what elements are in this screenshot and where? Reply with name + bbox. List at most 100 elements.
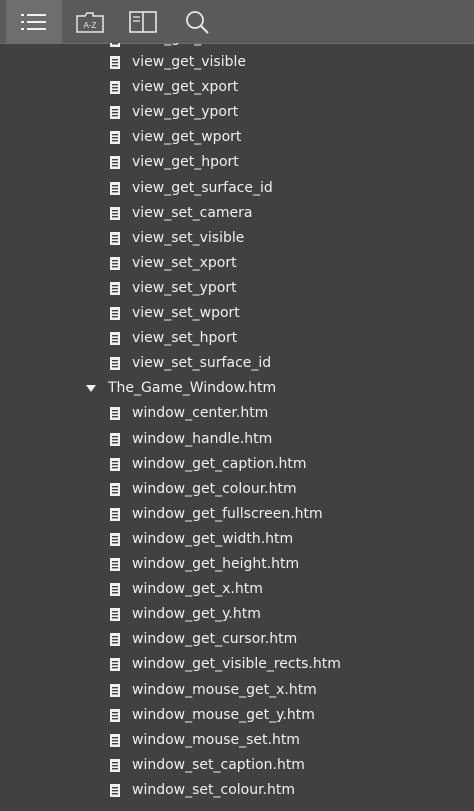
document-icon xyxy=(110,507,120,521)
document-icon xyxy=(110,482,120,496)
list-item[interactable]: window_get_width.htm xyxy=(0,527,474,552)
list-item-label: view_get_id xyxy=(132,43,210,47)
list-item-label: view_set_hport xyxy=(132,330,238,347)
document-icon xyxy=(110,156,120,170)
document-icon xyxy=(110,56,120,69)
list-item-label: window_get_fullscreen.htm xyxy=(132,505,323,522)
bookmarks-tab-button[interactable] xyxy=(115,0,171,43)
list-item-label: view_get_visible xyxy=(132,54,246,70)
search-icon xyxy=(185,10,211,34)
list-item[interactable]: window_get_x.htm xyxy=(0,577,474,602)
list-item[interactable]: view_set_camera xyxy=(0,201,474,226)
list-item-label: window_get_y.htm xyxy=(132,606,261,623)
document-icon xyxy=(110,683,120,697)
document-icon xyxy=(110,457,120,471)
list-item[interactable]: window_mouse_set.htm xyxy=(0,728,474,753)
document-icon xyxy=(110,43,120,47)
document-icon xyxy=(110,181,120,195)
list-item[interactable]: view_get_yport xyxy=(0,100,474,125)
document-icon xyxy=(110,583,120,597)
list-item[interactable]: window_get_fullscreen.htm xyxy=(0,502,474,527)
document-icon xyxy=(110,307,120,320)
document-icon xyxy=(110,633,120,647)
document-icon xyxy=(110,432,120,446)
document-icon xyxy=(110,608,120,622)
list-item[interactable]: view_get_hport xyxy=(0,150,474,175)
list-item-label: view_get_wport xyxy=(132,129,242,146)
list-item[interactable]: window_get_colour.htm xyxy=(0,477,474,502)
list-item-label: view_set_surface_id xyxy=(132,355,272,372)
document-icon xyxy=(110,281,120,295)
document-icon xyxy=(110,658,120,672)
help-contents-panel: A-Z view_get_visible view_get_xport view… xyxy=(0,0,474,811)
list-item-label: window_get_cursor.htm xyxy=(132,631,298,648)
document-icon xyxy=(110,783,120,797)
list-item[interactable]: window_get_visible_rects.htm xyxy=(0,652,474,677)
contents-tab-button[interactable] xyxy=(6,0,62,43)
list-item-label: view_get_xport xyxy=(132,79,239,96)
index-tab-button[interactable]: A-Z xyxy=(62,0,118,43)
list-item-label: window_set_colour.htm xyxy=(132,781,296,798)
list-item-label: view_set_camera xyxy=(132,204,253,221)
list-item[interactable]: window_set_caption.htm xyxy=(0,753,474,778)
partial-list-item[interactable]: view_get_id xyxy=(110,43,210,47)
document-icon xyxy=(110,131,120,145)
list-item[interactable]: window_get_caption.htm xyxy=(0,452,474,477)
list-item[interactable]: view_get_wport xyxy=(0,125,474,150)
list-item-label: window_get_caption.htm xyxy=(132,455,307,472)
list-item[interactable]: window_set_colour.htm xyxy=(0,778,474,803)
bookmarks-book-icon xyxy=(129,10,157,33)
list-item-label: window_center.htm xyxy=(132,405,269,422)
list-item[interactable]: view_set_surface_id xyxy=(0,351,474,376)
list-item[interactable]: view_set_yport xyxy=(0,276,474,301)
document-icon xyxy=(110,256,120,270)
list-item[interactable]: view_get_surface_id xyxy=(0,176,474,201)
list-item-label: view_set_visible xyxy=(132,229,245,246)
list-item-label: window_handle.htm xyxy=(132,430,273,447)
list-item[interactable]: window_get_cursor.htm xyxy=(0,627,474,652)
folder-item[interactable]: The_Game_Window.htm xyxy=(0,376,474,401)
list-item[interactable]: window_get_height.htm xyxy=(0,552,474,577)
list-item[interactable]: view_get_visible xyxy=(0,50,474,75)
index-az-icon: A-Z xyxy=(76,11,104,33)
list-item[interactable]: window_center.htm xyxy=(0,401,474,426)
index-label: A-Z xyxy=(84,21,97,30)
list-item-label: window_mouse_set.htm xyxy=(132,731,300,748)
document-icon xyxy=(110,81,120,95)
list-item[interactable]: view_set_hport xyxy=(0,326,474,351)
document-icon xyxy=(110,332,120,346)
document-icon xyxy=(110,708,120,722)
document-icon xyxy=(110,206,120,220)
list-item[interactable]: window_get_y.htm xyxy=(0,602,474,627)
list-item-label: window_get_colour.htm xyxy=(132,480,297,497)
document-icon xyxy=(110,558,120,571)
document-icon xyxy=(110,231,120,245)
list-item[interactable]: view_set_visible xyxy=(0,226,474,251)
list-item-label: window_get_x.htm xyxy=(132,581,263,598)
list-item-label: window_mouse_get_y.htm xyxy=(132,706,315,723)
list-item[interactable]: window_mouse_get_x.htm xyxy=(0,678,474,703)
document-icon xyxy=(110,106,120,120)
search-tab-button[interactable] xyxy=(170,0,226,43)
document-icon xyxy=(110,407,120,421)
list-item-label: window_get_visible_rects.htm xyxy=(132,656,341,673)
list-item-label: window_get_width.htm xyxy=(132,530,294,547)
expand-arrow-icon[interactable] xyxy=(86,385,96,393)
list-item-label: view_set_wport xyxy=(132,305,240,321)
list-item[interactable]: view_set_xport xyxy=(0,251,474,276)
list-item-label: window_set_caption.htm xyxy=(132,756,305,773)
document-icon xyxy=(110,758,120,772)
list-item[interactable]: view_set_wport xyxy=(0,301,474,326)
list-item-label: window_mouse_get_x.htm xyxy=(132,681,317,698)
list-item-label: view_set_yport xyxy=(132,279,237,296)
list-item-label: window_get_height.htm xyxy=(132,556,300,572)
document-icon xyxy=(110,733,120,747)
list-item-label: view_set_xport xyxy=(132,254,237,271)
list-item-label: view_get_yport xyxy=(132,104,239,121)
list-item-label: view_get_hport xyxy=(132,154,239,171)
toolbar: A-Z xyxy=(0,0,474,44)
contents-icon xyxy=(21,13,47,31)
list-item[interactable]: window_handle.htm xyxy=(0,427,474,452)
list-item[interactable]: view_get_xport xyxy=(0,75,474,100)
list-item[interactable]: window_mouse_get_y.htm xyxy=(0,703,474,728)
